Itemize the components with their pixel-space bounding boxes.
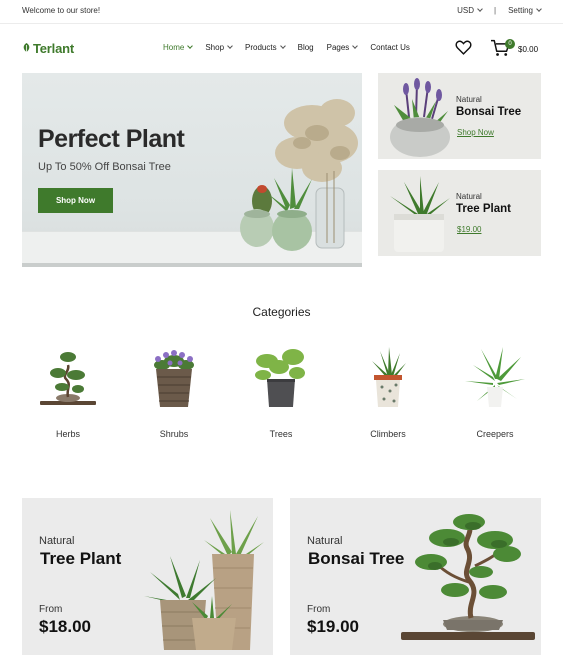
main-nav: Home Shop Products Blog Pages Contact Us [163, 42, 410, 52]
hero-title: Perfect Plant [38, 125, 185, 153]
chevron-down-icon [352, 42, 359, 49]
currency-selector[interactable]: USD [457, 6, 483, 15]
cart-count-badge: 0 [505, 39, 515, 49]
promo-title: Bonsai Tree [308, 549, 405, 568]
nav-contact-us[interactable]: Contact Us [370, 43, 410, 52]
side-banner-tree-plant[interactable]: Natural Tree Plant $19.00 [378, 170, 541, 256]
climbers-image [372, 347, 406, 407]
hero-shelf-edge [22, 263, 362, 267]
chevron-down-icon [279, 42, 286, 49]
promo-title: Tree Plant [40, 549, 122, 568]
side-banner-title: Bonsai Tree [456, 106, 522, 118]
hero-banner: Perfect Plant Up To 50% Off Bonsai Tree … [22, 73, 362, 267]
category-label: Climbers [370, 429, 406, 439]
herbs-image [40, 352, 96, 405]
bonsai-tree-image [401, 514, 535, 640]
hero-plants-image [240, 99, 358, 251]
promo-price: $19.00 [307, 617, 359, 636]
creepers-image [465, 347, 525, 407]
category-trees[interactable]: Trees [241, 345, 321, 439]
chevron-down-icon [187, 42, 194, 49]
categories-heading: Categories [252, 305, 311, 319]
category-herbs[interactable]: Herbs [28, 345, 108, 439]
promo-banner-tree-plant[interactable]: Natural Tree Plant From $18.00 [22, 498, 273, 655]
nav-shop[interactable]: Shop [205, 42, 233, 52]
category-label: Creepers [476, 429, 514, 439]
side-banner-title: Tree Plant [456, 203, 511, 215]
category-label: Trees [269, 429, 293, 439]
promo-from-label: From [307, 604, 331, 615]
cart-total[interactable]: $0.00 [518, 45, 538, 54]
main-header: Terlant Home Shop Products Blog Pages Co… [0, 24, 563, 73]
side-banner-label: Natural [456, 95, 482, 104]
leaf-logo-icon [23, 43, 30, 54]
potted-plants-image [144, 510, 264, 650]
category-label: Shrubs [159, 429, 189, 439]
logo-text: Terlant [33, 41, 74, 56]
setting-selector[interactable]: Setting [508, 6, 542, 15]
side-banner-price-link[interactable]: $19.00 [457, 225, 481, 234]
promo-from-label: From [39, 604, 63, 615]
top-bar-separator: | [494, 6, 497, 15]
heart-icon[interactable] [455, 39, 472, 56]
hero-subtitle: Up To 50% Off Bonsai Tree [38, 161, 171, 173]
chevron-down-icon [477, 6, 483, 12]
site-logo[interactable]: Terlant [22, 41, 74, 56]
side-banner-label: Natural [456, 192, 482, 201]
category-creepers[interactable]: Creepers [455, 345, 535, 439]
welcome-message: Welcome to our store! [22, 6, 101, 15]
shrubs-image [154, 350, 194, 407]
category-label: Herbs [55, 429, 80, 439]
category-climbers[interactable]: Climbers [348, 345, 428, 439]
nav-pages[interactable]: Pages [327, 42, 359, 52]
chevron-down-icon [227, 42, 233, 49]
top-bar-controls: USD | Setting [457, 6, 542, 15]
nav-blog[interactable]: Blog [298, 43, 314, 52]
category-shrubs[interactable]: Shrubs [134, 345, 214, 439]
trees-image [255, 349, 305, 407]
bonsai-tree-image [390, 78, 450, 157]
promo-label: Natural [39, 535, 75, 547]
promo-banner-bonsai-tree[interactable]: Natural Bonsai Tree From $19.00 [290, 498, 541, 655]
promo-label: Natural [307, 535, 343, 547]
top-bar: Welcome to our store! USD | Setting [0, 0, 563, 24]
nav-products[interactable]: Products [245, 42, 286, 52]
side-banner-shop-now-link[interactable]: Shop Now [457, 128, 494, 137]
chevron-down-icon [536, 6, 542, 12]
promo-price: $18.00 [39, 617, 91, 636]
nav-home[interactable]: Home [163, 42, 194, 52]
hero-shop-now-button[interactable]: Shop Now [38, 188, 113, 213]
tree-plant-image [390, 176, 450, 252]
side-banner-bonsai[interactable]: Natural Bonsai Tree Shop Now [378, 73, 541, 159]
